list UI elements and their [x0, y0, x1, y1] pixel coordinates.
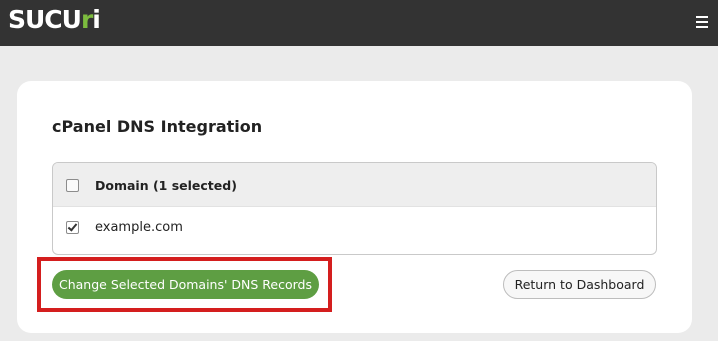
- row-checkbox-example-com[interactable]: [66, 221, 79, 234]
- domain-name: example.com: [95, 220, 183, 235]
- logo-text-end: i: [92, 5, 101, 34]
- change-dns-records-button[interactable]: Change Selected Domains' DNS Records: [52, 270, 319, 299]
- table-header: Domain (1 selected): [53, 163, 656, 207]
- return-to-dashboard-button[interactable]: Return to Dashboard: [503, 270, 656, 299]
- select-all-checkbox[interactable]: [66, 179, 79, 192]
- logo-text-main: SUCU: [8, 5, 82, 34]
- page-title: cPanel DNS Integration: [52, 117, 263, 136]
- hamburger-menu-icon[interactable]: [696, 16, 708, 30]
- domain-table: Domain (1 selected) example.com: [52, 162, 657, 255]
- domain-column-header: Domain (1 selected): [95, 178, 237, 193]
- sucuri-logo[interactable]: SUCU r i: [8, 5, 101, 35]
- logo-text-accent: r: [80, 5, 93, 34]
- top-bar: SUCU r i: [0, 0, 718, 46]
